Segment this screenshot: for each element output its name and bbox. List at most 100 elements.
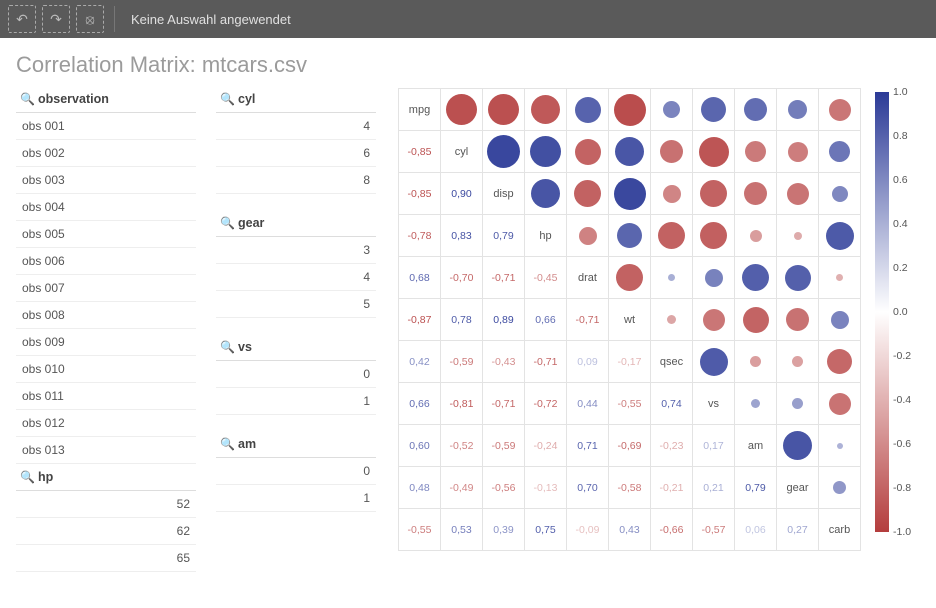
filter-value[interactable]: 0 xyxy=(216,458,376,485)
matrix-diag-label[interactable]: mpg xyxy=(399,89,441,131)
filter-value[interactable]: obs 011 xyxy=(16,383,196,410)
matrix-cell-value[interactable]: -0,71 xyxy=(525,341,567,383)
matrix-cell-value[interactable]: -0,23 xyxy=(651,425,693,467)
matrix-cell-value[interactable]: -0,58 xyxy=(609,467,651,509)
matrix-cell-dot[interactable] xyxy=(819,89,861,131)
matrix-cell-dot[interactable] xyxy=(777,173,819,215)
matrix-cell-dot[interactable] xyxy=(609,215,651,257)
matrix-cell-dot[interactable] xyxy=(819,425,861,467)
selection-forward-icon[interactable]: ↷ xyxy=(42,5,70,33)
matrix-diag-label[interactable]: hp xyxy=(525,215,567,257)
matrix-cell-value[interactable]: 0,74 xyxy=(651,383,693,425)
matrix-cell-value[interactable]: 0,66 xyxy=(525,299,567,341)
filter-value[interactable]: obs 007 xyxy=(16,275,196,302)
matrix-diag-label[interactable]: am xyxy=(735,425,777,467)
filter-header-observation[interactable]: 🔍 observation xyxy=(16,86,196,113)
matrix-cell-dot[interactable] xyxy=(567,173,609,215)
matrix-cell-value[interactable]: -0,71 xyxy=(483,383,525,425)
matrix-cell-dot[interactable] xyxy=(567,215,609,257)
matrix-cell-value[interactable]: 0,42 xyxy=(399,341,441,383)
matrix-cell-dot[interactable] xyxy=(819,215,861,257)
filter-value[interactable]: obs 013 xyxy=(16,437,196,464)
matrix-cell-value[interactable]: -0,45 xyxy=(525,257,567,299)
matrix-cell-dot[interactable] xyxy=(819,173,861,215)
matrix-cell-value[interactable]: 0,27 xyxy=(777,509,819,551)
filter-value[interactable]: obs 010 xyxy=(16,356,196,383)
matrix-cell-dot[interactable] xyxy=(609,89,651,131)
matrix-cell-value[interactable]: -0,72 xyxy=(525,383,567,425)
matrix-cell-value[interactable]: 0,06 xyxy=(735,509,777,551)
matrix-cell-dot[interactable] xyxy=(609,257,651,299)
matrix-cell-value[interactable]: -0,85 xyxy=(399,131,441,173)
matrix-cell-dot[interactable] xyxy=(777,215,819,257)
matrix-cell-value[interactable]: 0,09 xyxy=(567,341,609,383)
filter-value[interactable]: 1 xyxy=(216,485,376,512)
matrix-cell-dot[interactable] xyxy=(819,341,861,383)
matrix-cell-value[interactable]: 0,39 xyxy=(483,509,525,551)
matrix-cell-value[interactable]: -0,87 xyxy=(399,299,441,341)
matrix-cell-value[interactable]: 0,90 xyxy=(441,173,483,215)
matrix-cell-value[interactable]: 0,68 xyxy=(399,257,441,299)
matrix-cell-dot[interactable] xyxy=(525,173,567,215)
matrix-diag-label[interactable]: qsec xyxy=(651,341,693,383)
matrix-cell-dot[interactable] xyxy=(483,131,525,173)
matrix-cell-dot[interactable] xyxy=(567,131,609,173)
matrix-cell-dot[interactable] xyxy=(735,173,777,215)
matrix-cell-dot[interactable] xyxy=(819,467,861,509)
matrix-cell-dot[interactable] xyxy=(777,299,819,341)
matrix-diag-label[interactable]: gear xyxy=(777,467,819,509)
matrix-cell-dot[interactable] xyxy=(609,131,651,173)
matrix-cell-value[interactable]: 0,83 xyxy=(441,215,483,257)
matrix-cell-dot[interactable] xyxy=(651,131,693,173)
matrix-diag-label[interactable]: vs xyxy=(693,383,735,425)
filter-header-vs[interactable]: 🔍 vs xyxy=(216,334,376,361)
matrix-cell-dot[interactable] xyxy=(567,89,609,131)
filter-value[interactable]: 62 xyxy=(16,518,196,545)
filter-header-cyl[interactable]: 🔍 cyl xyxy=(216,86,376,113)
matrix-cell-dot[interactable] xyxy=(693,131,735,173)
filter-value[interactable]: obs 005 xyxy=(16,221,196,248)
matrix-cell-value[interactable]: 0,44 xyxy=(567,383,609,425)
selection-clear-icon[interactable]: ⦻ xyxy=(76,5,104,33)
matrix-cell-dot[interactable] xyxy=(693,341,735,383)
matrix-cell-dot[interactable] xyxy=(693,257,735,299)
matrix-cell-value[interactable]: -0,55 xyxy=(399,509,441,551)
matrix-cell-value[interactable]: -0,78 xyxy=(399,215,441,257)
filter-value[interactable]: 52 xyxy=(16,491,196,518)
matrix-cell-dot[interactable] xyxy=(777,383,819,425)
matrix-cell-dot[interactable] xyxy=(609,173,651,215)
matrix-cell-dot[interactable] xyxy=(651,215,693,257)
filter-header-gear[interactable]: 🔍 gear xyxy=(216,210,376,237)
matrix-cell-value[interactable]: -0,59 xyxy=(441,341,483,383)
matrix-cell-value[interactable]: -0,17 xyxy=(609,341,651,383)
filter-value[interactable]: 6 xyxy=(216,140,376,167)
matrix-diag-label[interactable]: carb xyxy=(819,509,861,551)
matrix-cell-dot[interactable] xyxy=(819,131,861,173)
matrix-cell-dot[interactable]: ↖ xyxy=(441,89,483,131)
filter-value[interactable]: 4 xyxy=(216,264,376,291)
matrix-diag-label[interactable]: drat xyxy=(567,257,609,299)
filter-value[interactable]: obs 003 xyxy=(16,167,196,194)
filter-value[interactable]: obs 001 xyxy=(16,113,196,140)
matrix-cell-dot[interactable] xyxy=(651,299,693,341)
matrix-cell-value[interactable]: 0,17 xyxy=(693,425,735,467)
matrix-cell-value[interactable]: -0,24 xyxy=(525,425,567,467)
matrix-cell-dot[interactable] xyxy=(693,299,735,341)
matrix-cell-dot[interactable] xyxy=(819,383,861,425)
matrix-cell-dot[interactable] xyxy=(777,257,819,299)
matrix-cell-dot[interactable] xyxy=(819,299,861,341)
matrix-cell-value[interactable]: 0,79 xyxy=(735,467,777,509)
matrix-cell-dot[interactable] xyxy=(651,89,693,131)
matrix-cell-value[interactable]: -0,57 xyxy=(693,509,735,551)
matrix-cell-value[interactable]: 0,48 xyxy=(399,467,441,509)
matrix-cell-value[interactable]: -0,21 xyxy=(651,467,693,509)
matrix-cell-value[interactable]: -0,70 xyxy=(441,257,483,299)
matrix-cell-dot[interactable] xyxy=(735,299,777,341)
matrix-cell-dot[interactable] xyxy=(777,425,819,467)
filter-value[interactable]: obs 008 xyxy=(16,302,196,329)
matrix-cell-dot[interactable] xyxy=(735,383,777,425)
matrix-cell-value[interactable]: -0,71 xyxy=(567,299,609,341)
matrix-cell-dot[interactable] xyxy=(525,131,567,173)
matrix-cell-dot[interactable] xyxy=(693,173,735,215)
selection-back-icon[interactable]: ↶ xyxy=(8,5,36,33)
